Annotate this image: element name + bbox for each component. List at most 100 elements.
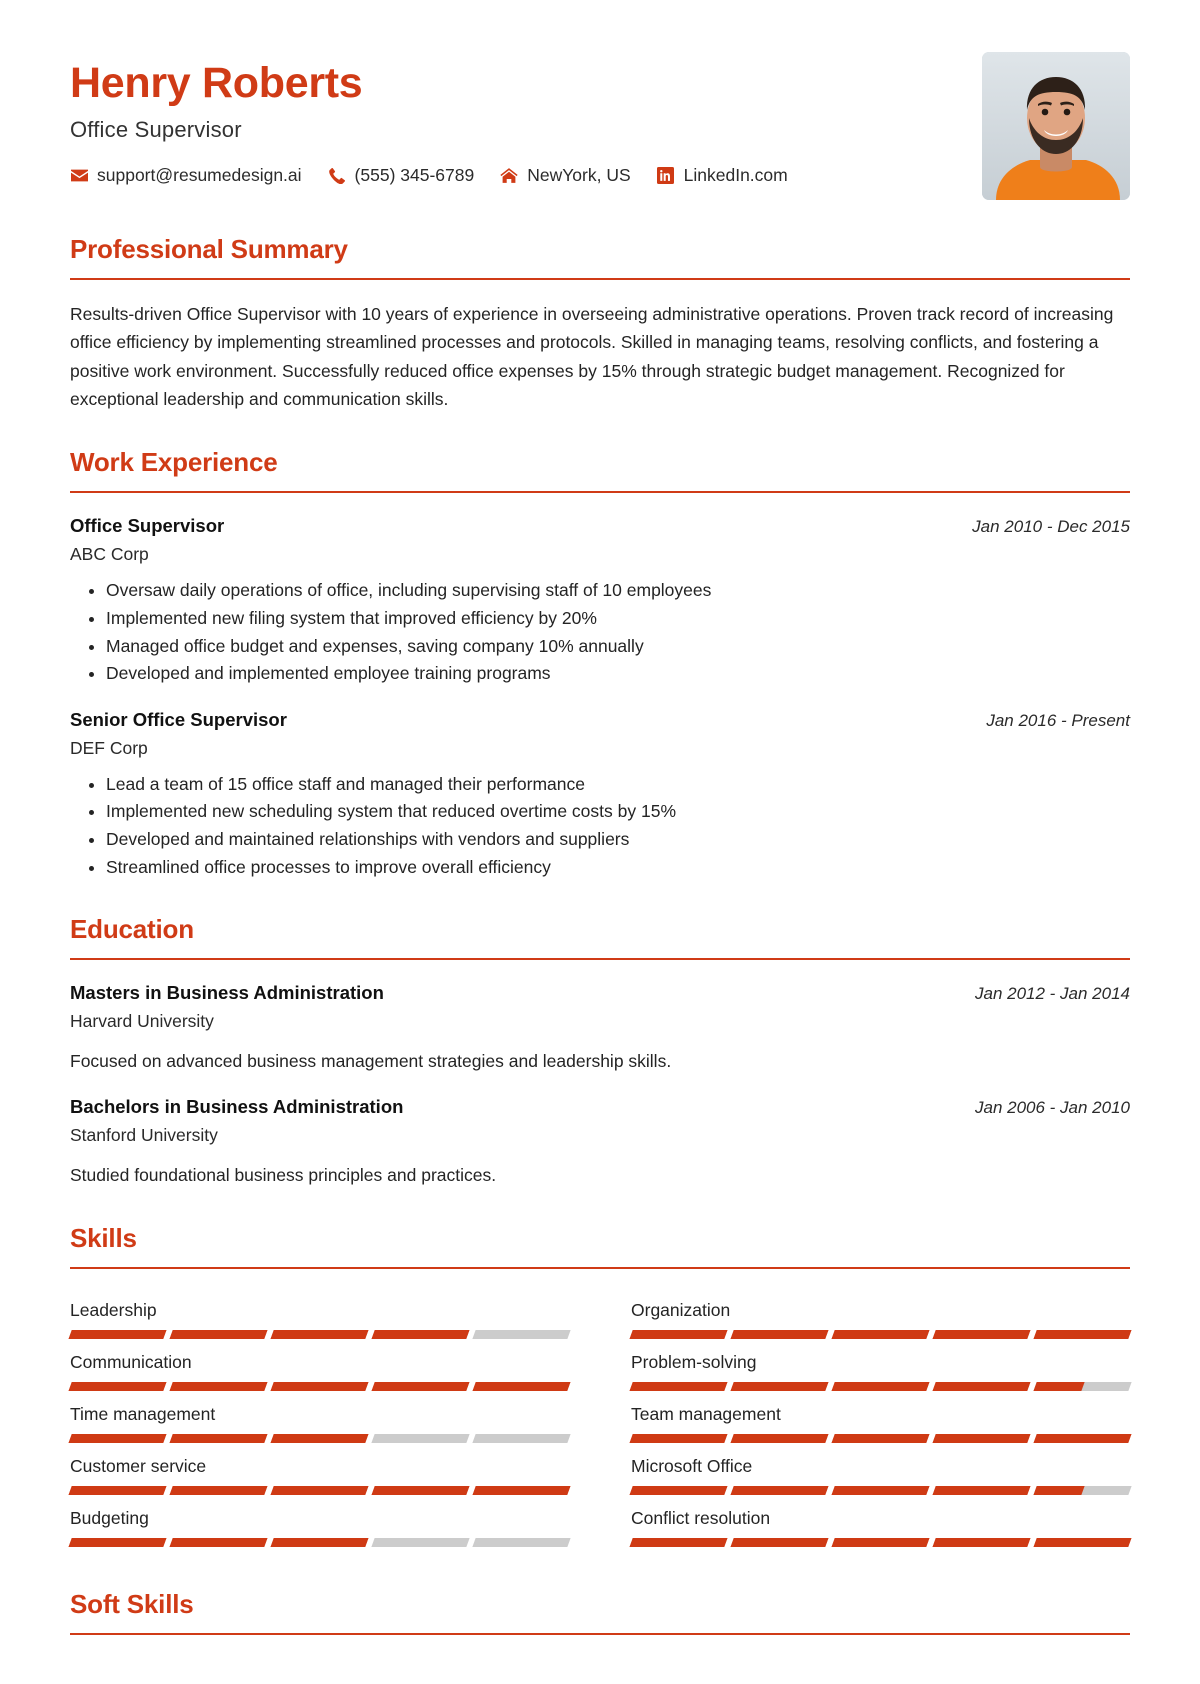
contact-phone[interactable]: (555) 345-6789 [328,165,475,186]
education-entry-head: Masters in Business Administration Jan 2… [70,982,1130,1004]
list-item: Streamlined office processes to improve … [106,854,1130,881]
skill-rating-bar [629,1537,1132,1547]
contact-location[interactable]: NewYork, US [500,165,631,186]
skill-rating-segment [730,1329,829,1339]
skill-rating-segment-fill [932,1537,1031,1547]
skill-rating-segment-fill [169,1329,268,1339]
list-item: Developed and maintained relationships w… [106,826,1130,853]
list-item: Lead a team of 15 office staff and manag… [106,771,1130,798]
contact-email-text: support@resumedesign.ai [97,165,302,186]
skill-rating-segment-fill [169,1485,268,1495]
skill-rating-segment-fill [270,1329,369,1339]
skill-rating-segment [831,1537,930,1547]
list-item: Implemented new scheduling system that r… [106,798,1130,825]
list-item: Developed and implemented employee train… [106,660,1130,687]
skill-rating-segment [629,1433,728,1443]
education-entry-date: Jan 2012 - Jan 2014 [974,984,1130,1004]
skill-rating-segment-fill [169,1381,268,1391]
skills-grid: Leadership Organization Communication Probl… [68,1287,1132,1547]
contact-linkedin-text: LinkedIn.com [683,165,788,186]
skill-rating-segment-fill [1033,1329,1132,1339]
skill-rating-segment-fill [371,1381,470,1391]
skill-rating-segment [629,1537,728,1547]
contact-linkedin[interactable]: LinkedIn.com [657,165,788,186]
candidate-job-title: Office Supervisor [70,117,242,143]
skill-rating-segment [629,1329,728,1339]
list-item: Implemented new filing system that impro… [106,605,1130,632]
skill-rating-segment-fill [68,1537,167,1547]
avatar [982,52,1130,200]
skill-rating-segment-fill [371,1537,375,1547]
skill-rating-segment-fill [831,1537,930,1547]
skill-label: Budgeting [70,1507,149,1528]
list-item: Managed office budget and expenses, savi… [106,633,1130,660]
skill-rating-segment-fill [472,1433,476,1443]
skill-rating-segment [831,1329,930,1339]
contact-email[interactable]: support@resumedesign.ai [70,165,302,186]
skill-rating-bar [629,1329,1132,1339]
work-entry: Office Supervisor Jan 2010 - Dec 2015 AB… [70,515,1130,686]
work-entry-date: Jan 2010 - Dec 2015 [972,517,1130,537]
skill-rating-segment [169,1381,268,1391]
skill-rating-segment-fill [270,1485,369,1495]
skill-rating-segment-fill [169,1433,268,1443]
skill-rating-segment-fill [68,1329,167,1339]
skill-rating-segment [169,1329,268,1339]
skill-rating-segment [68,1433,167,1443]
skill-rating-segment [68,1485,167,1495]
skill-rating-segment-fill [629,1329,728,1339]
education-entry: Masters in Business Administration Jan 2… [70,982,1130,1074]
section-title-summary: Professional Summary [70,234,348,264]
skill-rating-segment [472,1537,571,1547]
skill-rating-segment [371,1381,470,1391]
skill-rating-segment [371,1433,470,1443]
education-entry-date: Jan 2006 - Jan 2010 [974,1098,1130,1118]
skill-rating-segment-fill [1033,1485,1085,1495]
section-title-work: Work Experience [70,447,278,478]
section-title-skills: Skills [70,1222,137,1253]
skill-rating-segment [932,1381,1031,1391]
skill-item: Problem-solving [629,1339,1132,1391]
work-entry-title: Office Supervisor [70,515,225,537]
skill-rating-bar [629,1381,1132,1391]
skill-rating-segment-fill [831,1381,930,1391]
education-entry-org: Harvard University [70,1011,214,1032]
skill-rating-segment-fill [730,1381,829,1391]
section-title-education: Education [70,914,194,945]
education-entry: Bachelors in Business Administration Jan… [70,1096,1130,1188]
summary-text: Results-driven Office Supervisor with 10… [70,304,1114,410]
skill-rating-segment [68,1537,167,1547]
education-entry-org: Stanford University [70,1125,218,1146]
contact-location-text: NewYork, US [527,165,631,186]
list-item: Oversaw daily operations of office, incl… [106,577,1130,604]
contact-phone-text: (555) 345-6789 [354,165,475,186]
skill-rating-segment-fill [270,1433,369,1443]
skill-rating-segment [68,1329,167,1339]
skill-rating-segment [932,1433,1031,1443]
skill-rating-segment [730,1433,829,1443]
skill-label: Communication [70,1351,192,1372]
skill-rating-segment-fill [629,1485,728,1495]
skill-rating-segment-fill [730,1485,829,1495]
skill-rating-segment-fill [371,1433,375,1443]
skill-item: Team management [629,1391,1132,1443]
candidate-name: Henry Roberts [70,59,363,107]
section-title-soft-skills: Soft Skills [70,1588,194,1619]
skill-label: Problem-solving [631,1351,757,1372]
skill-rating-segment [932,1537,1031,1547]
skill-rating-segment [169,1537,268,1547]
skill-item: Budgeting [68,1495,571,1547]
skill-rating-segment [371,1485,470,1495]
education-entry-desc: Focused on advanced business management … [70,1051,672,1072]
skill-rating-segment-fill [472,1485,571,1495]
skill-label: Leadership [70,1299,157,1320]
skill-rating-segment-fill [932,1329,1031,1339]
skill-label: Team management [631,1403,781,1424]
skill-rating-segment [270,1485,369,1495]
skill-item: Customer service [68,1443,571,1495]
phone-icon [328,167,346,185]
skill-rating-segment [371,1329,470,1339]
skill-rating-segment [472,1485,571,1495]
skill-rating-segment [932,1329,1031,1339]
skill-label: Time management [70,1403,216,1424]
